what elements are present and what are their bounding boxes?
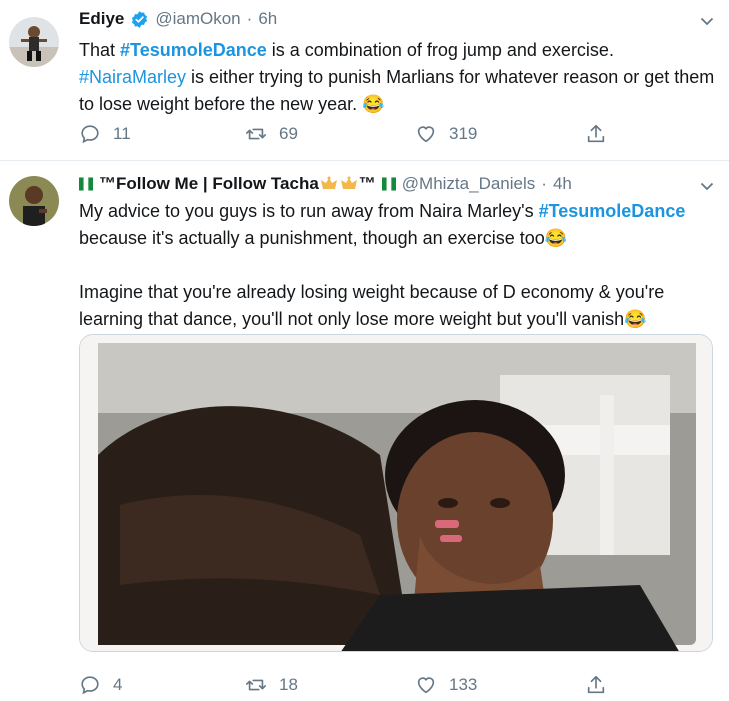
separator: ·: [246, 9, 253, 28]
crown-icon: [320, 176, 337, 189]
tweet-text: That #TesumoleDance is a combination of …: [79, 37, 719, 118]
avatar[interactable]: [9, 17, 59, 67]
text-fragment: is a combination of frog jump and exerci…: [266, 40, 614, 60]
tweet-actions: 4 18 133: [79, 671, 639, 699]
chevron-down-icon[interactable]: [699, 13, 715, 29]
handle[interactable]: @Mhizta_Daniels: [402, 174, 535, 194]
retweet-icon: [246, 128, 266, 140]
reply-icon: [81, 676, 99, 695]
like-button[interactable]: 319: [415, 120, 477, 148]
like-button[interactable]: 133: [415, 671, 477, 699]
retweet-count: 18: [279, 675, 298, 694]
separator: ·: [541, 174, 547, 193]
heart-icon: [417, 126, 435, 143]
nigeria-flag-icon: [79, 177, 93, 191]
tweet-photo[interactable]: [79, 334, 713, 652]
like-count: 133: [449, 675, 478, 694]
text-fragment: That: [79, 40, 121, 60]
text-fragment: Imagine that you're already losing weigh…: [79, 282, 665, 329]
retweet-count: 69: [279, 124, 298, 143]
timestamp[interactable]: 6h: [258, 9, 277, 29]
hashtag-link[interactable]: #TesumoleDance: [120, 40, 267, 60]
share-button[interactable]: [585, 671, 607, 699]
reply-button[interactable]: 4: [79, 671, 122, 699]
retweet-icon: [246, 679, 266, 691]
display-name[interactable]: ™Follow Me | Follow Tacha ™: [99, 174, 376, 194]
share-button[interactable]: [585, 120, 607, 148]
crown-icon: [340, 176, 357, 189]
chevron-down-icon[interactable]: [699, 178, 715, 194]
emoji: 😂: [362, 94, 385, 114]
nigeria-flag-icon: [381, 177, 396, 191]
reply-count: 4: [113, 675, 123, 694]
text-fragment: because it's actually a punishment, thou…: [79, 228, 568, 248]
display-name-text: ™Follow Me | Follow Tacha: [99, 174, 319, 193]
photo-image: [80, 335, 712, 651]
avatar[interactable]: [9, 176, 59, 226]
tweet[interactable]: Ediye @iamOkon · 6h That #TesumoleDance …: [0, 0, 729, 161]
display-name[interactable]: Ediye: [79, 9, 124, 29]
reply-count: 11: [113, 124, 131, 143]
share-icon: [587, 124, 605, 143]
handle[interactable]: @iamOkon: [155, 9, 240, 29]
tweet-actions: 11 69 319: [79, 120, 639, 148]
reply-icon: [81, 125, 99, 144]
tweet-header: ™Follow Me | Follow Tacha ™ @Mhizta_Danie…: [79, 173, 572, 195]
tweet-text: My advice to you guys is to run away fro…: [79, 198, 719, 333]
display-name-suffix: ™: [358, 174, 376, 193]
text-fragment: My advice to you guys is to run away fro…: [79, 201, 539, 221]
timestamp[interactable]: 4h: [553, 174, 572, 194]
tweet-header: Ediye @iamOkon · 6h: [79, 8, 277, 30]
hashtag-link[interactable]: #NairaMarley: [79, 67, 186, 87]
like-count: 319: [449, 124, 478, 143]
share-icon: [587, 675, 605, 694]
reply-button[interactable]: 11: [79, 120, 131, 148]
hashtag-link[interactable]: #TesumoleDance: [539, 201, 686, 221]
retweet-button[interactable]: 69: [245, 120, 298, 148]
heart-icon: [417, 677, 435, 694]
verified-icon: [132, 10, 148, 28]
retweet-button[interactable]: 18: [245, 671, 298, 699]
